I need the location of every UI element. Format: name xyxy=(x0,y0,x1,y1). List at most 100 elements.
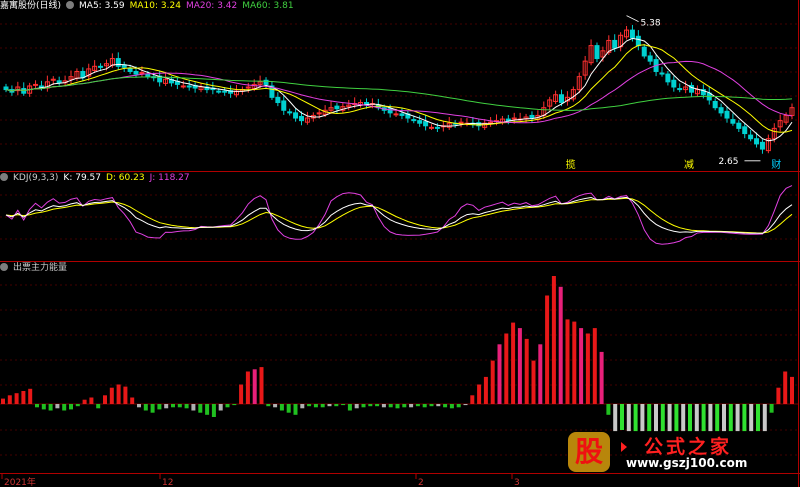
indicator-bar xyxy=(613,404,618,432)
indicator-bar xyxy=(640,404,645,432)
indicator-bar xyxy=(286,404,291,413)
indicator-bar xyxy=(667,404,672,432)
signal-marker-marker1: 揽 xyxy=(566,158,576,171)
candle-body xyxy=(334,105,340,110)
indicator-bar xyxy=(694,404,699,432)
indicator-bar xyxy=(143,404,148,411)
candle-body xyxy=(635,35,641,47)
ma60-label: MA60: 3.81 xyxy=(242,1,294,11)
indicator-bar xyxy=(96,404,101,409)
indicator-bar xyxy=(402,404,407,408)
indicator-bar xyxy=(62,404,67,411)
indicator-bar xyxy=(191,404,196,411)
candle-body xyxy=(281,100,287,111)
stock-title: 嘉寓股份(日线) xyxy=(0,1,62,11)
candle-body xyxy=(145,73,151,78)
indicator-bar xyxy=(123,386,128,404)
watermark: 股 公式之家 www.gszj100.com xyxy=(556,432,786,472)
indicator-bar xyxy=(245,371,250,404)
indicator-bar xyxy=(579,328,584,404)
candle-body xyxy=(647,55,653,62)
high-pointer xyxy=(626,15,639,22)
signal-marker-marker3: 财 xyxy=(771,158,781,171)
settings-icon[interactable] xyxy=(0,173,8,181)
candle-body xyxy=(612,39,618,49)
kdj-d-line xyxy=(5,197,793,234)
indicator-bar xyxy=(572,321,577,404)
indicator-bar xyxy=(790,376,794,404)
indicator-bar xyxy=(28,388,33,404)
candle-body xyxy=(3,86,9,91)
indicator-bar xyxy=(82,399,87,404)
candle-body xyxy=(115,58,121,67)
indicator-bar xyxy=(109,387,114,404)
indicator-bar xyxy=(21,391,26,404)
watermark-title: 公式之家 xyxy=(644,436,733,458)
settings-icon[interactable] xyxy=(66,1,75,9)
indicator-bar xyxy=(497,344,502,404)
indicator-bar xyxy=(75,404,80,407)
indicator-bar xyxy=(375,404,380,407)
candle-body xyxy=(559,94,565,104)
indicator-bar xyxy=(531,360,536,404)
indicator-bar xyxy=(524,338,529,404)
signal-marker-marker2: 减 xyxy=(684,159,694,171)
indicator-bar xyxy=(722,404,726,432)
candle-body xyxy=(759,141,765,150)
indicator-bar xyxy=(749,404,754,432)
candle-body xyxy=(718,107,724,114)
indicator-bar xyxy=(320,404,325,408)
ma20-label: MA20: 3.42 xyxy=(185,1,238,11)
indicator-bar xyxy=(171,404,175,408)
indicator-bar xyxy=(48,404,53,411)
indicator-bar xyxy=(239,384,244,404)
play-icon xyxy=(621,442,627,452)
indicator-bar xyxy=(688,404,692,432)
indicator-bar xyxy=(422,404,427,408)
candle-body xyxy=(724,110,730,119)
candle-body xyxy=(429,126,435,129)
kdj-j-line xyxy=(5,185,793,245)
indicator-bar xyxy=(429,404,434,407)
indicator-bar xyxy=(620,404,624,430)
indicator-bar xyxy=(327,404,332,407)
date-label: 2021年 xyxy=(4,476,36,487)
indicator-bar xyxy=(300,404,305,409)
indicator-bar xyxy=(368,404,373,407)
kdj-title: KDJ(9,3,3) xyxy=(13,173,59,183)
indicator-bar xyxy=(266,404,271,407)
indicator-bar xyxy=(708,404,713,432)
candle-body xyxy=(754,138,760,145)
indicator-bar xyxy=(116,384,121,404)
kdj-k-line xyxy=(5,196,793,234)
candle-body xyxy=(127,68,133,72)
candle-body xyxy=(529,114,535,119)
indicator-bar xyxy=(769,404,774,413)
settings-icon[interactable] xyxy=(0,263,8,271)
indicator-bar xyxy=(137,404,141,408)
indicator-bar xyxy=(69,404,73,410)
indicator-bar xyxy=(164,404,169,409)
indicator-bar xyxy=(313,404,318,408)
kdj-d-label: D: 60.23 xyxy=(105,173,145,183)
indicator-bar xyxy=(538,344,543,404)
candle-body xyxy=(33,83,39,86)
indicator-bar xyxy=(409,404,414,408)
indicator-bar xyxy=(211,404,216,417)
stock-chart: 5.38 2.65 揽 减 财 2021年 12 2 3 xyxy=(0,0,800,487)
candle-body xyxy=(736,122,742,129)
indicator-bar xyxy=(218,404,223,411)
kdj-j-label: J: 118.27 xyxy=(149,173,190,183)
indicator-bar xyxy=(252,369,257,404)
indicator-bar xyxy=(198,404,203,413)
indicator-bar xyxy=(347,404,352,411)
candle-body xyxy=(293,112,299,119)
indicator-bar xyxy=(232,404,237,406)
indicator-bar xyxy=(463,404,468,406)
indicator-bar xyxy=(436,404,441,407)
indicator-bar xyxy=(762,404,767,432)
indicator-bar xyxy=(205,404,210,415)
date-label: 2 xyxy=(418,478,424,487)
candle-body xyxy=(434,126,440,129)
indicator-bar xyxy=(545,295,550,404)
